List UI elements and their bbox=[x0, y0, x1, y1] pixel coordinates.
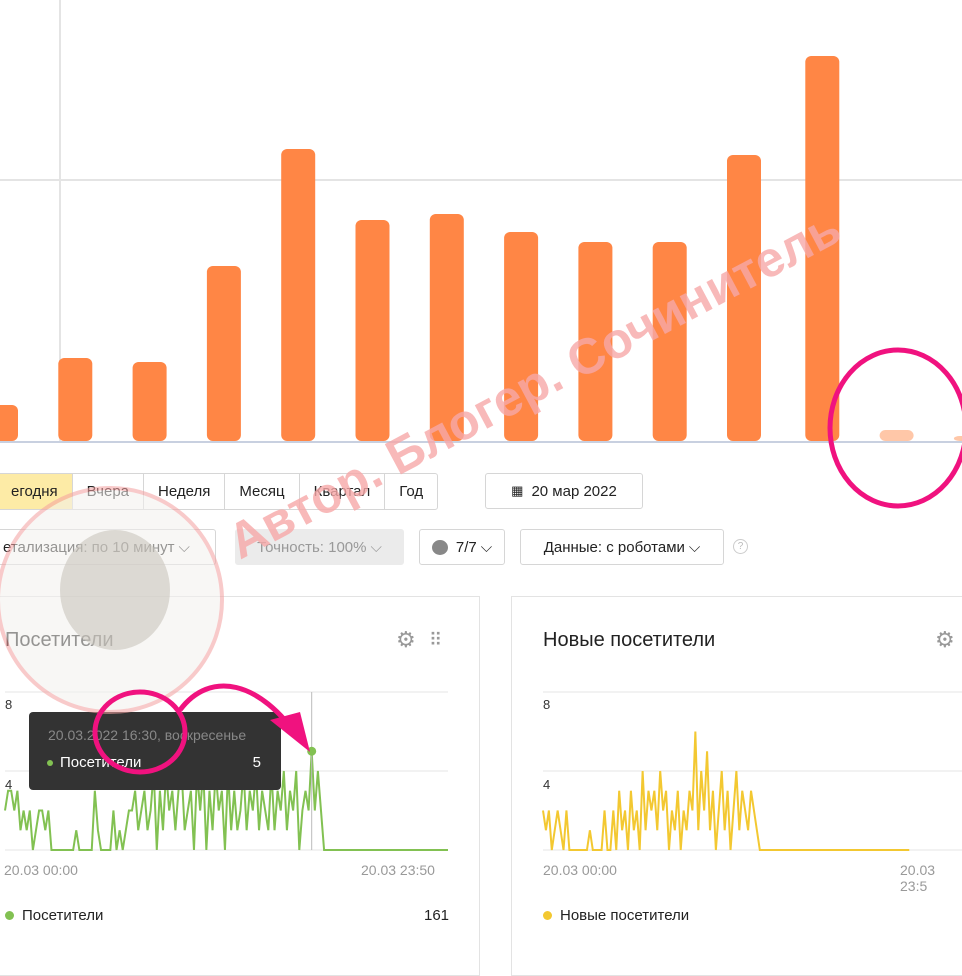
highlight-point[interactable] bbox=[307, 746, 317, 756]
series-line bbox=[542, 731, 910, 851]
tooltip-series: Посетители bbox=[60, 754, 142, 771]
tooltip: 20.03.2022 16:30, воскресенье Посетители… bbox=[29, 712, 281, 790]
line-charts bbox=[4, 691, 962, 851]
tooltip-dot bbox=[47, 760, 53, 766]
tooltip-value: 5 bbox=[252, 754, 261, 771]
tooltip-date: 20.03.2022 16:30, воскресенье bbox=[48, 727, 247, 743]
